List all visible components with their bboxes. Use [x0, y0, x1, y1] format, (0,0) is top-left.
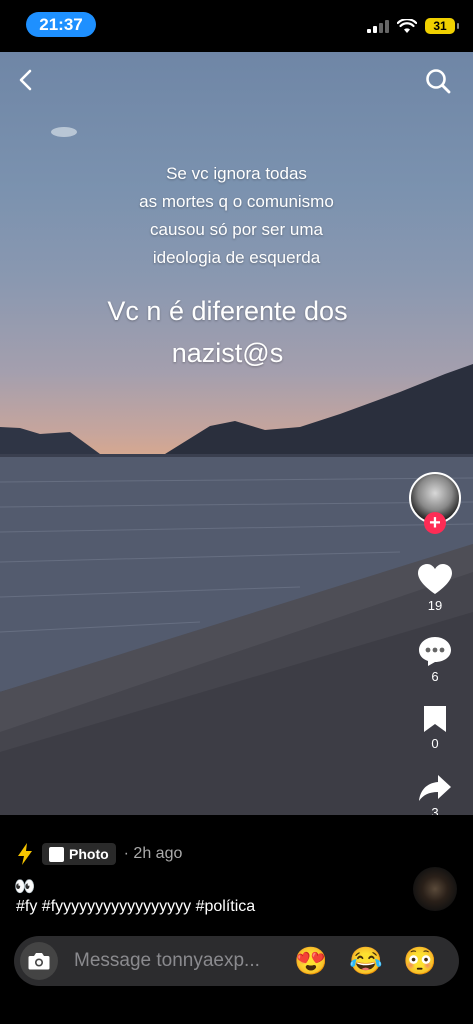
side-actions: + 19 6 0 3 [405, 472, 465, 820]
overlay-line-3: causou só por ser uma [150, 220, 323, 239]
caption-emoji: 👀 [14, 877, 36, 896]
wifi-icon [397, 18, 417, 33]
bookmark-count: 0 [431, 736, 439, 751]
back-icon[interactable] [14, 68, 38, 92]
photo-icon [49, 846, 64, 862]
share-icon [419, 775, 451, 801]
bookmark-button[interactable]: 0 [422, 704, 448, 751]
caption-hashtags[interactable]: #fy #fyyyyyyyyyyyyyyyyy #política [16, 898, 255, 916]
bookmark-icon [424, 706, 446, 732]
status-time: 21:37 [26, 12, 96, 37]
share-button[interactable]: 3 [418, 773, 452, 820]
photo-badge: Photo [42, 843, 116, 865]
signal-icon [367, 19, 389, 33]
message-input[interactable]: Message tonnyaexp... [74, 950, 260, 972]
overlay-line-4: ideologia de esquerda [152, 248, 321, 267]
heart-icon [418, 564, 452, 594]
music-disc[interactable] [413, 867, 457, 911]
status-icons: 31 [367, 18, 459, 34]
emoji-heart-eyes-button[interactable]: 😍 [294, 945, 328, 977]
overlay-headline-1: Vc n é diferente dos [107, 296, 348, 326]
like-count: 19 [427, 598, 443, 613]
battery-indicator: 31 [425, 18, 459, 34]
emoji-tears-of-joy-button[interactable]: 😂 [349, 945, 383, 977]
overlay-line-1: Se vc ignora todas [166, 164, 307, 183]
post-photo[interactable]: Se vc ignora todas as mortes q o comunis… [0, 52, 473, 815]
overlay-headline: Vc n é diferente dos nazist@s [0, 290, 455, 374]
post-meta: Photo · 2h ago [16, 843, 182, 865]
comment-count: 6 [431, 669, 439, 684]
camera-button[interactable] [20, 942, 58, 980]
post-time: · 2h ago [123, 845, 183, 862]
search-icon[interactable] [425, 68, 451, 94]
overlay-text: Se vc ignora todas as mortes q o comunis… [0, 160, 473, 272]
like-button[interactable]: 19 [418, 564, 452, 613]
follow-button[interactable]: + [424, 512, 446, 534]
post-info: Photo · 2h ago 👀 #fy #fyyyyyyyyyyyyyyyyy… [0, 815, 473, 930]
overlay-line-2: as mortes q o comunismo [139, 192, 334, 211]
camera-icon [28, 953, 50, 970]
avatar[interactable]: + [409, 472, 461, 534]
emoji-flushed-button[interactable]: 😳 [403, 945, 437, 977]
message-bar[interactable]: Message tonnyaexp... 😍 😂 😳 [14, 936, 459, 986]
overlay-headline-2: nazist@s [171, 338, 284, 368]
comment-button[interactable]: 6 [418, 635, 452, 684]
photo-badge-label: Photo [69, 846, 109, 862]
comment-icon [419, 637, 451, 666]
status-bar: 21:37 31 [0, 0, 473, 52]
lightning-icon [18, 843, 32, 865]
